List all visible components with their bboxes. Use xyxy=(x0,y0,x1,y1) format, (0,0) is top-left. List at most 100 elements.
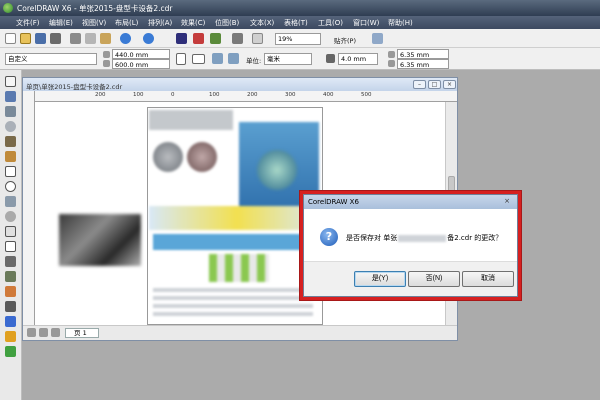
menu-layout[interactable]: 布局(L) xyxy=(115,18,138,28)
export-icon[interactable] xyxy=(193,33,204,44)
page-preset-select[interactable]: 自定义 xyxy=(5,53,97,65)
print-icon[interactable] xyxy=(50,33,61,44)
window-title: CorelDRAW X6 - 单张2015-盘型卡设备2.cdr xyxy=(17,4,173,13)
paste-icon[interactable] xyxy=(100,33,111,44)
all-pages-icon[interactable] xyxy=(212,53,223,64)
options-icon[interactable] xyxy=(372,33,383,44)
menu-bitmaps[interactable]: 位图(B) xyxy=(215,18,239,28)
unit-select[interactable]: 毫米 xyxy=(264,53,312,65)
horizontal-ruler[interactable]: 200 100 0 100 200 300 400 500 xyxy=(35,91,457,102)
duplicate-x-icon xyxy=(388,51,395,58)
menu-window[interactable]: 窗口(W) xyxy=(353,18,379,28)
redacted-filename xyxy=(398,234,447,242)
smart-fill-tool-icon[interactable] xyxy=(5,151,16,162)
crop-tool-icon[interactable] xyxy=(5,106,16,117)
shape-tool-icon[interactable] xyxy=(5,91,16,102)
menu-effects[interactable]: 效果(C) xyxy=(181,18,205,28)
first-page-icon[interactable] xyxy=(27,328,36,337)
publish-pdf-icon[interactable] xyxy=(210,33,221,44)
welcome-screen-icon[interactable] xyxy=(252,33,263,44)
machine-photo[interactable] xyxy=(59,214,141,266)
ruler-label: 300 xyxy=(285,92,296,98)
zoom-tool-icon[interactable] xyxy=(5,121,16,132)
basic-shapes-tool-icon[interactable] xyxy=(5,211,16,222)
snap-to-menu[interactable]: 贴齐(P) xyxy=(334,35,356,45)
next-page-icon[interactable] xyxy=(51,328,60,337)
text-tool-icon[interactable] xyxy=(5,226,16,237)
menu-text[interactable]: 文本(X) xyxy=(250,18,274,28)
toolbox xyxy=(0,70,22,400)
new-icon[interactable] xyxy=(5,33,16,44)
menu-view[interactable]: 视图(V) xyxy=(82,18,106,28)
cut-icon[interactable] xyxy=(70,33,81,44)
yes-button[interactable]: 是(Y) xyxy=(354,271,406,287)
document-title: 单页\单张2015-盘型卡设备2.cdr xyxy=(26,83,123,91)
menubar: 文件(F) 编辑(E) 视图(V) 布局(L) 排列(A) 效果(C) 位图(B… xyxy=(0,16,600,29)
eyedropper-tool-icon[interactable] xyxy=(5,301,16,312)
menu-file[interactable]: 文件(F) xyxy=(16,18,40,28)
ruler-label: 200 xyxy=(95,92,106,98)
save-icon[interactable] xyxy=(35,33,46,44)
redo-icon[interactable] xyxy=(143,33,154,44)
menu-arrange[interactable]: 排列(A) xyxy=(148,18,172,28)
import-icon[interactable] xyxy=(176,33,187,44)
page-width-field[interactable]: 440.0 mm xyxy=(112,49,170,59)
message-suffix: 备2.cdr 的更改？ xyxy=(447,234,503,242)
outline-tool-icon[interactable] xyxy=(5,316,16,327)
ruler-label: 100 xyxy=(209,92,220,98)
blurred-heading xyxy=(149,110,233,130)
rectangle-tool-icon[interactable] xyxy=(5,166,16,177)
zoom-level-select[interactable]: 19% xyxy=(275,33,321,45)
fill-tool-icon[interactable] xyxy=(5,331,16,342)
page-navigator: 页 1 xyxy=(23,325,457,340)
app-launcher-icon[interactable] xyxy=(232,33,243,44)
menu-help[interactable]: 帮助(H) xyxy=(388,18,413,28)
ruler-label: 0 xyxy=(171,92,175,98)
cancel-button[interactable]: 取消 xyxy=(462,271,514,287)
nudge-distance-field[interactable]: 4.0 mm xyxy=(338,53,378,65)
interactive-fill-tool-icon[interactable] xyxy=(5,346,16,357)
polygon-tool-icon[interactable] xyxy=(5,196,16,207)
blend-tool-icon[interactable] xyxy=(5,286,16,297)
ruler-label: 200 xyxy=(247,92,258,98)
standard-toolbar: 19% 贴齐(P) xyxy=(0,29,600,48)
ruler-label: 500 xyxy=(361,92,372,98)
question-icon: ? xyxy=(320,228,338,246)
copy-icon[interactable] xyxy=(85,33,96,44)
menu-table[interactable]: 表格(T) xyxy=(284,18,308,28)
duplicate-distance-y-field[interactable]: 6.35 mm xyxy=(397,59,449,69)
menu-edit[interactable]: 编辑(E) xyxy=(49,18,73,28)
property-bar: 自定义 440.0 mm 600.0 mm 单位: 毫米 4.0 mm 6.35… xyxy=(0,48,600,70)
minimize-button[interactable]: – xyxy=(413,80,426,89)
maximize-button[interactable]: □ xyxy=(428,80,441,89)
ruler-label: 100 xyxy=(133,92,144,98)
blurred-text-lines xyxy=(153,288,313,318)
vertical-ruler[interactable] xyxy=(23,91,35,325)
open-icon[interactable] xyxy=(20,33,31,44)
circular-graphic xyxy=(257,150,297,190)
current-page-icon[interactable] xyxy=(228,53,239,64)
height-icon xyxy=(103,60,110,67)
product-image xyxy=(187,142,217,172)
connector-tool-icon[interactable] xyxy=(5,271,16,282)
ellipse-tool-icon[interactable] xyxy=(5,181,16,192)
duplicate-distance-x-field[interactable]: 6.35 mm xyxy=(397,49,449,59)
menu-tools[interactable]: 工具(O) xyxy=(318,18,343,28)
table-tool-icon[interactable] xyxy=(5,241,16,252)
unit-label: 单位: xyxy=(246,57,262,65)
landscape-icon[interactable] xyxy=(192,54,205,64)
page-tab[interactable]: 页 1 xyxy=(65,328,99,338)
page-height-field[interactable]: 600.0 mm xyxy=(112,59,170,69)
dimension-tool-icon[interactable] xyxy=(5,256,16,267)
product-image xyxy=(153,142,183,172)
close-document-button[interactable]: × xyxy=(443,80,456,89)
pick-tool-icon[interactable] xyxy=(5,76,16,87)
app-titlebar: CorelDRAW X6 - 单张2015-盘型卡设备2.cdr xyxy=(0,0,600,16)
close-dialog-button[interactable]: × xyxy=(500,197,514,207)
portrait-icon[interactable] xyxy=(176,53,186,65)
previous-page-icon[interactable] xyxy=(39,328,48,337)
no-button[interactable]: 否(N) xyxy=(408,271,460,287)
undo-icon[interactable] xyxy=(120,33,131,44)
dialog-footer: 是(Y) 否(N) 取消 xyxy=(304,261,517,296)
freehand-tool-icon[interactable] xyxy=(5,136,16,147)
